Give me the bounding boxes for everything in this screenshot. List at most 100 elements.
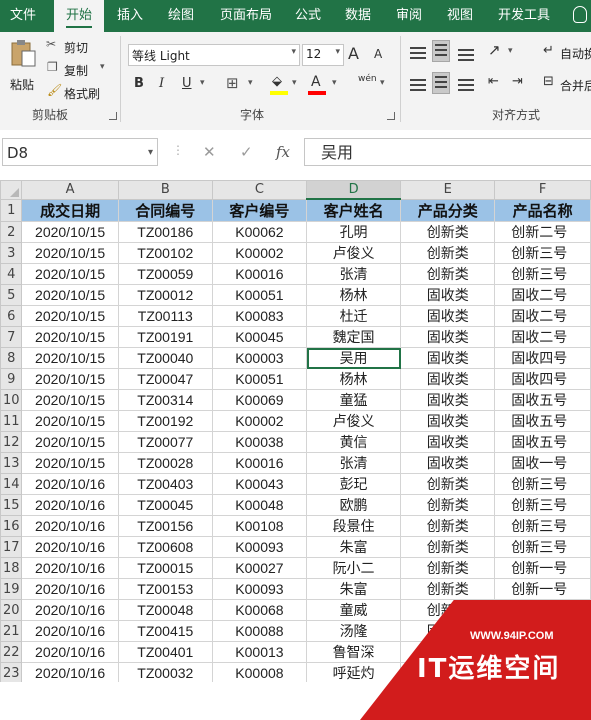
font-name-dropdown[interactable]: 等线 Light ▾: [128, 44, 300, 66]
wrap-text-icon[interactable]: ↵: [543, 43, 554, 58]
table-cell[interactable]: 创新类: [400, 515, 496, 537]
chevron-down-icon[interactable]: ▾: [100, 62, 105, 72]
table-cell[interactable]: 2020/10/15: [21, 389, 119, 411]
tab-insert[interactable]: 插入: [117, 0, 143, 32]
table-cell[interactable]: 2020/10/16: [21, 494, 119, 516]
table-cell[interactable]: K00093: [211, 578, 308, 600]
paste-button[interactable]: 粘贴: [6, 38, 40, 98]
table-cell[interactable]: K00048: [211, 494, 308, 516]
table-cell[interactable]: 童猛: [305, 389, 402, 411]
table-cell[interactable]: 彭玘: [305, 473, 402, 495]
table-cell[interactable]: K00051: [211, 368, 308, 390]
align-bottom-icon[interactable]: [458, 46, 474, 64]
table-cell[interactable]: 2020/10/15: [21, 305, 119, 327]
select-all-corner[interactable]: [0, 180, 23, 200]
table-cell[interactable]: TZ00156: [117, 515, 213, 537]
shrink-font-button[interactable]: A: [374, 47, 382, 61]
active-cell[interactable]: 吴用: [305, 347, 402, 369]
row-number[interactable]: 14: [0, 473, 23, 495]
table-cell[interactable]: TZ00048: [117, 599, 213, 621]
merge-center-icon[interactable]: ⊟: [543, 74, 554, 89]
borders-icon[interactable]: ⊞: [226, 74, 239, 92]
table-cell[interactable]: 创新类: [400, 221, 496, 243]
table-cell[interactable]: 杨林: [305, 368, 402, 390]
table-cell[interactable]: 固收类: [400, 368, 496, 390]
table-cell[interactable]: K00062: [211, 221, 308, 243]
table-cell[interactable]: 2020/10/15: [21, 242, 119, 264]
table-cell[interactable]: 卢俊义: [305, 410, 402, 432]
table-cell[interactable]: 创新一号: [494, 557, 591, 579]
table-cell[interactable]: 2020/10/15: [21, 368, 119, 390]
table-cell[interactable]: 创新类: [400, 494, 496, 516]
insert-function-icon[interactable]: fx: [276, 143, 290, 161]
table-cell[interactable]: TZ00012: [117, 284, 213, 306]
table-cell[interactable]: 2020/10/16: [21, 515, 119, 537]
table-cell[interactable]: 创新三号: [494, 263, 591, 285]
table-cell[interactable]: 2020/10/15: [21, 452, 119, 474]
table-cell[interactable]: 创新类: [400, 263, 496, 285]
row-number[interactable]: 20: [0, 599, 23, 621]
chevron-down-icon[interactable]: ▾: [148, 139, 153, 167]
header-cell[interactable]: 客户姓名: [305, 198, 402, 222]
table-cell[interactable]: 2020/10/15: [21, 410, 119, 432]
table-cell[interactable]: 2020/10/15: [21, 347, 119, 369]
column-header[interactable]: E: [400, 180, 496, 200]
table-cell[interactable]: TZ00047: [117, 368, 213, 390]
tab-home[interactable]: 开始: [54, 0, 104, 34]
row-number[interactable]: 11: [0, 410, 23, 432]
column-header[interactable]: A: [21, 180, 119, 200]
cancel-icon[interactable]: ✕: [203, 143, 216, 161]
table-cell[interactable]: 固收类: [400, 305, 496, 327]
row-number[interactable]: 19: [0, 578, 23, 600]
table-cell[interactable]: 欧鹏: [305, 494, 402, 516]
header-cell[interactable]: 产品名称: [494, 198, 591, 222]
table-cell[interactable]: TZ00403: [117, 473, 213, 495]
table-cell[interactable]: 固收五号: [494, 410, 591, 432]
table-cell[interactable]: 创新三号: [494, 473, 591, 495]
format-painter-button[interactable]: 🖌 格式刷: [46, 83, 106, 101]
row-number[interactable]: 8: [0, 347, 23, 369]
row-number[interactable]: 4: [0, 263, 23, 285]
font-color-button[interactable]: A: [308, 74, 326, 96]
table-cell[interactable]: 段景住: [305, 515, 402, 537]
table-cell[interactable]: TZ00314: [117, 389, 213, 411]
row-number[interactable]: 16: [0, 515, 23, 537]
formula-input[interactable]: 吴用: [304, 138, 591, 166]
table-cell[interactable]: 固收四号: [494, 347, 591, 369]
italic-button[interactable]: I: [159, 76, 164, 91]
table-cell[interactable]: 2020/10/15: [21, 284, 119, 306]
chevron-down-icon[interactable]: ▾: [200, 78, 205, 88]
table-cell[interactable]: K00016: [211, 263, 308, 285]
table-cell[interactable]: 张清: [305, 452, 402, 474]
table-cell[interactable]: K00043: [211, 473, 308, 495]
table-cell[interactable]: 汤隆: [305, 620, 402, 642]
table-cell[interactable]: TZ00401: [117, 641, 213, 663]
table-cell[interactable]: 卢俊义: [305, 242, 402, 264]
table-cell[interactable]: 创新类: [400, 242, 496, 264]
phonetic-guide-button[interactable]: wén: [358, 74, 377, 84]
tab-formulas[interactable]: 公式: [295, 0, 321, 32]
wrap-text-label[interactable]: 自动换: [560, 45, 591, 62]
column-header[interactable]: C: [211, 180, 308, 200]
table-cell[interactable]: K00083: [211, 305, 308, 327]
table-cell[interactable]: 固收五号: [494, 431, 591, 453]
tab-review[interactable]: 审阅: [396, 0, 422, 32]
tab-file[interactable]: 文件: [10, 0, 36, 32]
row-number[interactable]: 13: [0, 452, 23, 474]
align-center-icon[interactable]: [432, 72, 450, 94]
table-cell[interactable]: K00088: [211, 620, 308, 642]
table-cell[interactable]: K00003: [211, 347, 308, 369]
name-box[interactable]: D8 ▾: [2, 138, 158, 166]
table-cell[interactable]: K00016: [211, 452, 308, 474]
table-cell[interactable]: 张清: [305, 263, 402, 285]
table-cell[interactable]: K00013: [211, 641, 308, 663]
row-number[interactable]: 10: [0, 389, 23, 411]
table-cell[interactable]: K00108: [211, 515, 308, 537]
table-cell[interactable]: 朱富: [305, 578, 402, 600]
table-cell[interactable]: TZ00040: [117, 347, 213, 369]
tab-view[interactable]: 视图: [447, 0, 473, 32]
table-cell[interactable]: 创新类: [400, 536, 496, 558]
table-cell[interactable]: 2020/10/16: [21, 662, 119, 682]
table-cell[interactable]: K00002: [211, 410, 308, 432]
align-top-icon[interactable]: [410, 44, 426, 62]
